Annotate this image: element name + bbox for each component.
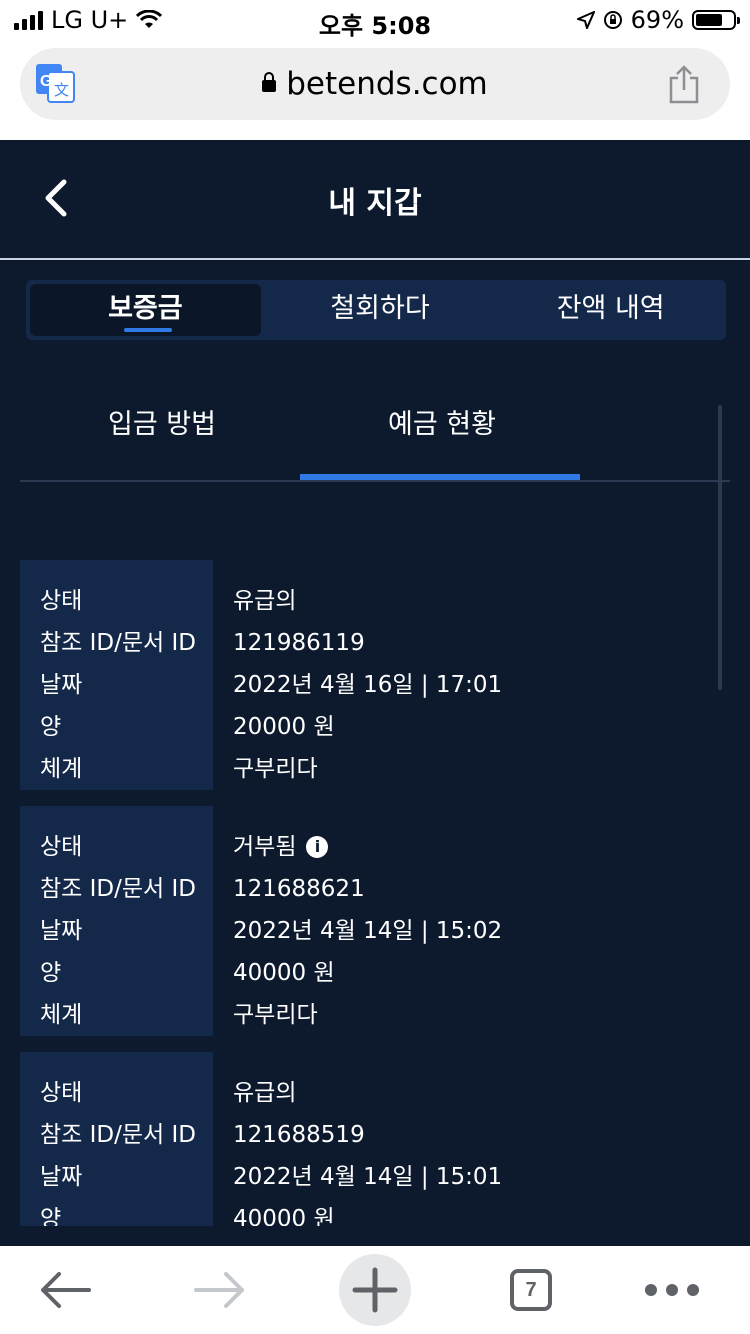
tab-count: 7 [525,1279,537,1301]
tab-balance-history[interactable]: 잔액 내역 [495,280,726,340]
battery-icon [692,10,740,30]
amount-label: 양 [40,960,62,986]
deposit-record: 상태 유급의 참조 ID/문서 ID 121986119 날짜 2022년 4월 16… [20,560,720,790]
system-value: 구부리다 [233,756,318,782]
url-text[interactable]: betends.com [20,66,730,102]
wallet-tabs: 보증금 철회하다 잔액 내역 [26,280,726,340]
amount-label: 양 [40,1206,62,1226]
info-icon[interactable]: i [306,836,329,858]
deposit-record: 상태 유급의 참조 ID/문서 ID 121688519 날짜 2022년 4월 14… [20,1052,720,1226]
date-value: 2022년 4월 14일 | 15:01 [233,1164,503,1190]
battery-percent: 69% [630,6,684,34]
browser-forward-button[interactable] [185,1246,255,1334]
ref-label: 참조 ID/문서 ID [40,1122,196,1148]
active-tab-indicator [124,328,172,332]
subtab-deposit-method[interactable]: 입금 방법 [108,402,216,441]
system-label: 체계 [40,1002,83,1028]
share-icon[interactable] [668,64,700,104]
amount-value: 40000 원 [233,1206,335,1226]
subtab-deposit-status[interactable]: 예금 현황 [388,402,496,441]
app-header: 내 지갑 [0,140,750,260]
date-value: 2022년 4월 16일 | 17:01 [233,672,503,698]
location-icon [576,11,595,29]
ref-label: 참조 ID/문서 ID [40,630,196,656]
tab-deposit-label: 보증금 [108,293,183,324]
arrow-left-icon [41,1272,91,1308]
ref-value: 121688519 [233,1122,365,1148]
lock-icon [262,72,277,92]
date-label: 날짜 [40,918,83,944]
status-label: 상태 [40,588,83,614]
page-title: 내 지갑 [328,186,422,221]
ref-value: 121986119 [233,630,365,656]
status-value: 유급의 [233,588,297,614]
ref-value: 121688621 [233,876,365,902]
tab-count-icon: 7 [510,1269,552,1311]
tab-deposit[interactable]: 보증금 [30,284,261,336]
amount-value: 20000 원 [233,714,335,740]
ref-label: 참조 ID/문서 ID [40,876,196,902]
system-value: 구부리다 [233,1002,318,1028]
browser-bottom-bar: 7 [0,1246,750,1334]
browser-back-button[interactable] [30,1246,100,1334]
tab-withdraw[interactable]: 철회하다 [265,280,496,340]
status-value: 유급의 [233,1080,297,1106]
date-value: 2022년 4월 14일 | 15:02 [233,918,503,944]
system-label: 체계 [40,756,83,782]
status-value: 거부됨 [233,834,297,860]
amount-label: 양 [40,714,62,740]
deposit-record: 상태 거부됨 i 참조 ID/문서 ID 121688621 날짜 2022년 4월 1… [20,806,720,1036]
arrow-right-icon [194,1272,244,1308]
new-tab-button[interactable] [338,1246,412,1334]
status-label: 상태 [40,834,83,860]
browser-toolbar: G 文 betends.com [0,40,750,140]
date-label: 날짜 [40,1164,83,1190]
address-bar[interactable]: G 文 betends.com [20,48,730,120]
status-label: 상태 [40,1080,83,1106]
status-right: 69% [576,6,740,34]
status-bar: LG U+ 오후 5:08 69% [0,0,750,40]
date-label: 날짜 [40,672,83,698]
url-label: betends.com [286,66,488,102]
active-subtab-indicator [300,474,580,480]
plus-icon [339,1254,411,1326]
deposit-subtabs: 입금 방법 예금 현황 [20,380,730,482]
amount-value: 40000 원 [233,960,335,986]
tab-withdraw-label: 철회하다 [330,293,430,324]
tab-balance-history-label: 잔액 내역 [556,293,665,324]
rotation-lock-icon [603,11,622,29]
more-icon [645,1284,699,1296]
tab-switcher-button[interactable]: 7 [506,1246,556,1334]
more-menu-button[interactable] [640,1246,704,1334]
